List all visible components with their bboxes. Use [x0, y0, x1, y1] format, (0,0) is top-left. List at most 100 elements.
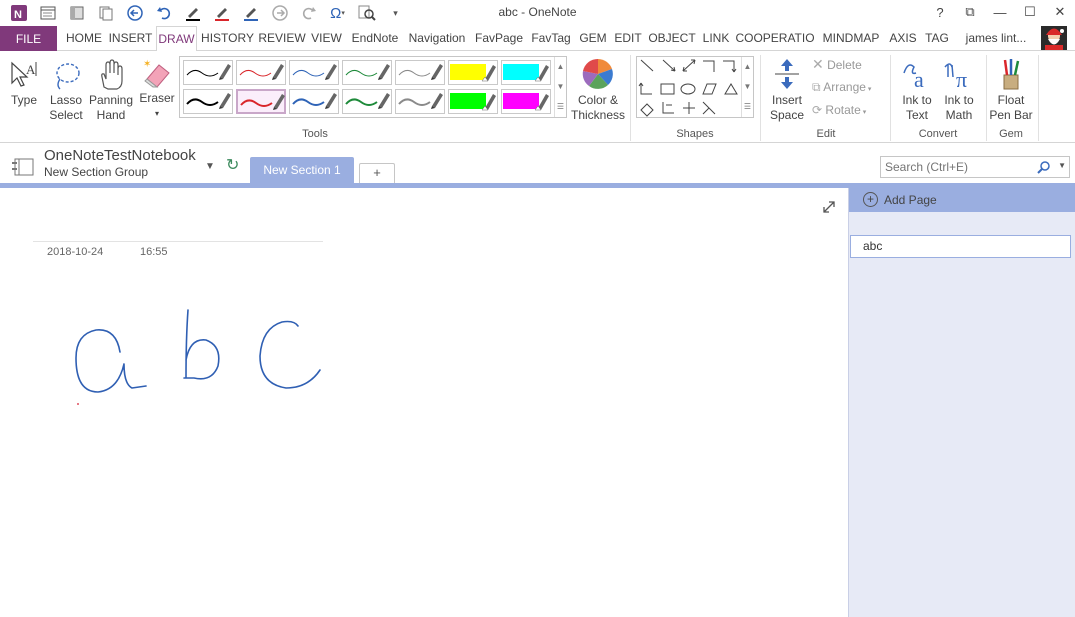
arrange-label: Arrange [823, 80, 866, 94]
eraser-label: Eraser [139, 91, 175, 105]
ink-stroke-c [259, 320, 321, 389]
ink-to-text-icon: a [903, 64, 924, 91]
svg-text:a: a [914, 67, 924, 91]
user-avatar[interactable] [1041, 26, 1067, 50]
tab-review[interactable]: REVIEW [258, 26, 306, 51]
panning-hand-button[interactable]: Panning Hand [88, 59, 134, 123]
pen-black-1[interactable] [183, 60, 233, 85]
pen-black-2[interactable] [183, 89, 233, 114]
shapes-gallery: ▲ ▼ ☰ [636, 56, 754, 118]
delete-button[interactable]: ✕ Delete [812, 57, 882, 73]
notebook-name[interactable]: OneNoteTestNotebook [44, 147, 196, 164]
add-section-button[interactable]: + [359, 163, 395, 183]
gallery-more-icon[interactable]: ☰ [555, 97, 566, 117]
tab-file[interactable]: FILE [0, 26, 57, 51]
svg-text:✶: ✶ [143, 59, 151, 70]
pen-gray-1[interactable] [395, 60, 445, 85]
page-canvas[interactable]: 2018-10-24 16:55 [0, 188, 848, 617]
separator [760, 55, 761, 141]
rotate-button[interactable]: ⟳ Rotate ▾ [812, 103, 882, 120]
pen-gallery: ▲ ▼ ☰ [179, 56, 567, 118]
gallery-up-icon[interactable]: ▲ [555, 57, 566, 77]
help-icon[interactable]: ? [925, 0, 955, 24]
pen-blue-2[interactable] [289, 89, 339, 114]
pen-blue-1[interactable] [289, 60, 339, 85]
section-group-name[interactable]: New Section Group [44, 165, 148, 179]
lasso-select-button[interactable]: Lasso Select [46, 59, 86, 123]
delete-label: Delete [827, 58, 862, 72]
window-controls: ? ⧉ — ☐ ✕ [925, 0, 1075, 24]
tab-axis[interactable]: AXIS [887, 26, 919, 51]
minimize-icon[interactable]: — [985, 0, 1015, 24]
ink-to-text-button[interactable]: a Ink to Text [896, 57, 938, 123]
shapes-gallery-scroll[interactable]: ▲ ▼ ☰ [741, 57, 753, 117]
tab-tag[interactable]: TAG [922, 26, 952, 51]
add-page-label: Add Page [884, 193, 937, 207]
shapes-more-icon[interactable]: ☰ [742, 97, 753, 117]
add-page-icon: + [863, 192, 878, 207]
float-pen-bar-button[interactable]: Float Pen Bar [988, 57, 1034, 123]
arrange-button[interactable]: ⧉ Arrange ▾ [812, 80, 886, 97]
tab-draw[interactable]: DRAW [156, 26, 197, 52]
gallery-down-icon[interactable]: ▼ [555, 77, 566, 97]
user-account-name[interactable]: james lint... [956, 26, 1036, 51]
search-icon[interactable] [1037, 160, 1051, 174]
ribbon-display-icon[interactable]: ⧉ [955, 0, 985, 24]
ink-to-math-button[interactable]: π Ink to Math [938, 57, 980, 123]
insert-space-button[interactable]: Insert Space [766, 57, 808, 123]
tab-cooperatio[interactable]: COOPERATIO [735, 26, 815, 51]
tab-insert[interactable]: INSERT [108, 26, 153, 51]
tab-favtag[interactable]: FavTag [528, 26, 574, 51]
notebook-icon[interactable] [11, 157, 35, 177]
tab-object[interactable]: OBJECT [647, 26, 697, 51]
tab-navigation[interactable]: Navigation [405, 26, 469, 51]
pen-green-highlighter-2[interactable] [448, 89, 498, 114]
notebook-bar: OneNoteTestNotebook New Section Group ▼ … [0, 143, 1075, 183]
tab-history[interactable]: HISTORY [199, 26, 256, 51]
shapes-up-icon[interactable]: ▲ [742, 57, 753, 77]
pen-gallery-scroll[interactable]: ▲ ▼ ☰ [554, 57, 566, 117]
tab-mindmap[interactable]: MINDMAP [818, 26, 884, 51]
color-label-1: Color & [577, 93, 618, 107]
panning-label-1: Panning [88, 93, 134, 107]
color-wheel-icon [582, 58, 613, 89]
tab-view[interactable]: VIEW [309, 26, 344, 51]
pen-red-1[interactable] [236, 60, 286, 85]
eraser-button[interactable]: ✶ Eraser ▾ [138, 57, 176, 121]
ink-stroke-a [75, 329, 147, 393]
sync-icon[interactable]: ↻ [226, 155, 239, 175]
pen-magenta-highlighter-2[interactable] [501, 89, 551, 114]
type-button[interactable]: A Type [6, 59, 42, 108]
cursor-text-icon: A [11, 61, 37, 87]
eraser-dropdown-icon[interactable]: ▾ [138, 106, 176, 121]
handwritten-ink-drawing[interactable] [0, 188, 848, 617]
search-scope-dropdown-icon[interactable]: ▼ [1058, 161, 1066, 170]
tab-section-new-section-1[interactable]: New Section 1 [250, 157, 354, 183]
maximize-icon[interactable]: ☐ [1015, 0, 1045, 24]
shapes-down-icon[interactable]: ▼ [742, 77, 753, 97]
tab-endnote[interactable]: EndNote [347, 26, 403, 51]
color-thickness-button[interactable]: Color & Thickness [570, 57, 626, 123]
add-page-button[interactable]: + Add Page [849, 188, 1075, 212]
close-icon[interactable]: ✕ [1045, 0, 1075, 24]
tab-gem[interactable]: GEM [577, 26, 609, 51]
pen-red-2[interactable] [236, 89, 286, 114]
pen-cyan-highlighter-1[interactable] [501, 60, 551, 85]
ink-to-math-label-1: Ink to [944, 93, 974, 107]
shapes-icons[interactable] [637, 57, 741, 117]
svg-text:π: π [956, 67, 967, 91]
tab-link[interactable]: LINK [700, 26, 732, 51]
tab-edit[interactable]: EDIT [612, 26, 644, 51]
tab-favpage[interactable]: FavPage [473, 26, 525, 51]
tab-home[interactable]: HOME [62, 26, 106, 51]
pen-green-1[interactable] [342, 60, 392, 85]
search-input[interactable] [885, 159, 1035, 175]
tools-group-label: Tools [302, 128, 328, 140]
lasso-label-2: Select [49, 108, 83, 122]
pen-gray-2[interactable] [395, 89, 445, 114]
notebook-dropdown-icon[interactable]: ▼ [205, 161, 215, 172]
ink-to-text-label-1: Ink to [902, 93, 932, 107]
pen-green-2[interactable] [342, 89, 392, 114]
pen-yellow-highlighter-1[interactable] [448, 60, 498, 85]
page-item-abc[interactable]: abc [850, 235, 1071, 258]
